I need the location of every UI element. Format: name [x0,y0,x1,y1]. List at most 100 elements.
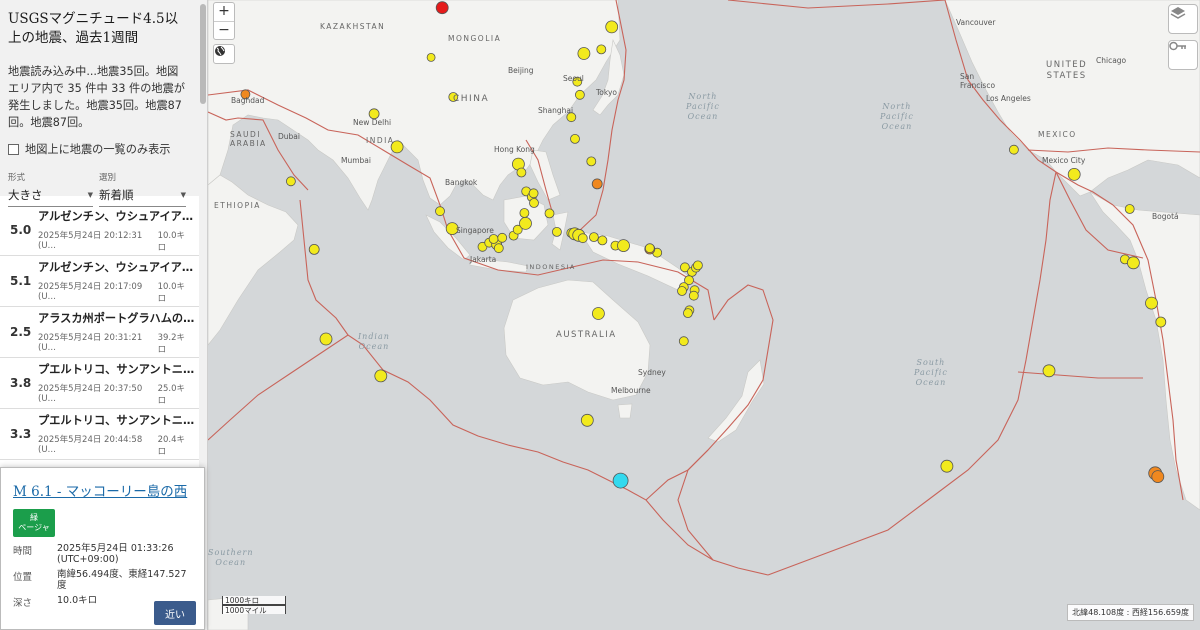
map-label-melbourne: Melbourne [611,386,651,395]
map-label-sydney: Sydney [638,368,666,377]
earthquake-marker[interactable] [435,206,445,217]
list-only-toggle[interactable]: 地図上に地震の一覧のみ表示 [8,141,186,157]
quake-time: 2025年5月24日 20:44:58 (U… [38,434,143,455]
earthquake-marker[interactable] [1009,144,1019,155]
globe-button[interactable] [213,44,235,64]
earthquake-marker[interactable] [493,243,504,254]
map-label-indonesia: INDONESIA [526,263,576,271]
earthquake-marker[interactable] [574,89,585,100]
map-label-mexico-city: Mexico City [1042,156,1086,165]
earthquake-marker[interactable] [516,167,527,178]
earthquake-marker[interactable] [426,53,436,62]
list-item[interactable]: 3.3 プエルトリコ、サンアントニ… 2025年5月24日 20:44:58 (… [0,409,200,460]
layers-button[interactable] [1168,4,1198,34]
map-label-san-francisco: San Francisco [960,72,996,90]
earthquake-marker[interactable] [577,47,591,60]
earthquake-marker[interactable] [529,198,539,208]
pager-alert-badge[interactable]: 緑 ページャ [13,509,55,537]
earthquake-marker[interactable] [644,243,655,254]
earthquake-marker[interactable] [551,226,562,237]
pager-alert-level: 緑 [30,513,38,522]
earthquake-marker[interactable] [586,156,597,167]
map-label-mumbai: Mumbai [341,156,371,165]
chevron-down-icon: ▼ [180,191,186,199]
earthquake-marker[interactable] [596,44,607,55]
earthquake-marker[interactable] [319,332,333,346]
scale-bar: 1000キロ 1000マイル [222,596,286,615]
earthquake-marker[interactable] [1145,296,1158,310]
map-label-ethiopia: ETHIOPIA [214,201,261,210]
earthquake-marker[interactable] [374,369,388,383]
map-label-bogota: Bogotá [1152,212,1179,221]
list-item[interactable]: 2.5 アラスカ州ポートグラハムの… 2025年5月24日 20:31:21 (… [0,307,200,358]
earthquake-marker[interactable] [544,208,555,219]
earthquake-marker[interactable] [1151,470,1165,484]
load-status: 地震読み込み中...地震35回。地図エリア内で 35 件中 33 件の地震が発生… [8,65,185,129]
zoom-in-button[interactable]: + [214,3,234,21]
sort-select[interactable]: 新着順 ▼ [99,185,186,207]
earthquake-marker[interactable] [591,178,603,190]
selected-earthquake-marker[interactable] [612,472,629,489]
earthquake-marker[interactable] [688,290,699,301]
map-label-mongolia: MONGOLIA [448,34,502,43]
popup-title-link[interactable]: M 6.1 - マッコーリー島の西 [13,480,196,500]
earthquake-marker[interactable] [308,243,320,255]
map-label-united-states: UNITED STATES [1046,60,1088,81]
earthquake-marker[interactable] [570,133,580,144]
land-south-america [1089,191,1200,511]
plate-boundary [645,499,769,576]
earthquake-marker[interactable] [605,20,619,34]
earthquake-marker[interactable] [435,1,449,15]
settings-button[interactable] [1168,40,1198,70]
earthquake-marker[interactable] [677,286,687,296]
time-value-line2: (UTC+09:00) [57,554,119,565]
key-icon [1169,41,1186,51]
map-label-new-delhi: New Delhi [353,118,392,127]
list-item[interactable]: 5.1 アルゼンチン、ウシュアイア… 2025年5月24日 20:17:09 (… [0,256,200,307]
plate-boundary [727,0,946,9]
sort-select-group: 選別 新着順 ▼ [99,171,186,207]
earthquake-marker[interactable] [528,188,539,199]
map-label-indian-ocean: Indian Ocean [358,332,390,351]
earthquake-map[interactable]: KAZAKHSTAN MONGOLIA CHINA Beijing Seoul … [208,0,1200,630]
earthquake-marker[interactable] [588,232,599,243]
earthquake-marker[interactable] [591,307,605,320]
land-tasmania [617,403,633,419]
list-only-checkbox[interactable] [8,143,19,155]
earthquake-marker[interactable] [497,232,508,243]
map-label-north-pacific-ocean-east: North Pacific Ocean [880,102,914,131]
earthquake-marker[interactable] [488,234,499,244]
format-select[interactable]: 大きさ ▼ [8,185,94,207]
earthquake-marker[interactable] [1124,204,1135,214]
earthquake-marker[interactable] [1127,256,1140,270]
earthquake-popup: M 6.1 - マッコーリー島の西 緑 ページャ 時間 2025年5月24日 0… [0,467,205,630]
nearby-button[interactable]: 近い [154,601,196,625]
earthquake-marker[interactable] [692,260,703,271]
earthquake-marker[interactable] [1067,167,1081,181]
quake-place: プエルトリコ、サンアントニ… [38,413,195,427]
earthquake-marker[interactable] [577,233,588,244]
earthquake-marker[interactable] [1042,364,1056,378]
quake-magnitude: 3.3 [10,427,32,441]
earthquake-marker[interactable] [519,216,532,230]
map-label-saudi-arabia: SAUDI ARABIA [230,130,267,148]
earthquake-marker[interactable] [597,235,608,246]
sort-value: 新着順 [99,188,134,202]
chevron-down-icon: ▼ [87,191,94,199]
earthquake-marker[interactable] [580,413,594,427]
sidebar-scrollbar-thumb[interactable] [200,4,206,104]
earthquake-marker[interactable] [678,336,689,347]
list-item[interactable]: 3.8 プエルトリコ、サンアントニ… 2025年5月24日 20:37:50 (… [0,358,200,409]
earthquake-marker[interactable] [940,459,954,473]
earthquake-marker[interactable] [617,239,630,253]
list-item[interactable]: 5.0 アルゼンチン、ウシュアイア… 2025年5月24日 20:12:31 (… [0,205,200,256]
quake-time: 2025年5月24日 20:31:21 (U… [38,332,143,353]
zoom-out-button[interactable]: − [214,21,234,39]
globe-icon [215,46,225,56]
earthquake-marker[interactable] [682,308,693,319]
earthquake-marker[interactable] [286,176,296,187]
map-label-chicago: Chicago [1096,56,1127,65]
map-label-tokyo: Tokyo [596,88,617,97]
earthquake-marker[interactable] [519,208,530,218]
earthquake-marker[interactable] [1155,316,1167,328]
